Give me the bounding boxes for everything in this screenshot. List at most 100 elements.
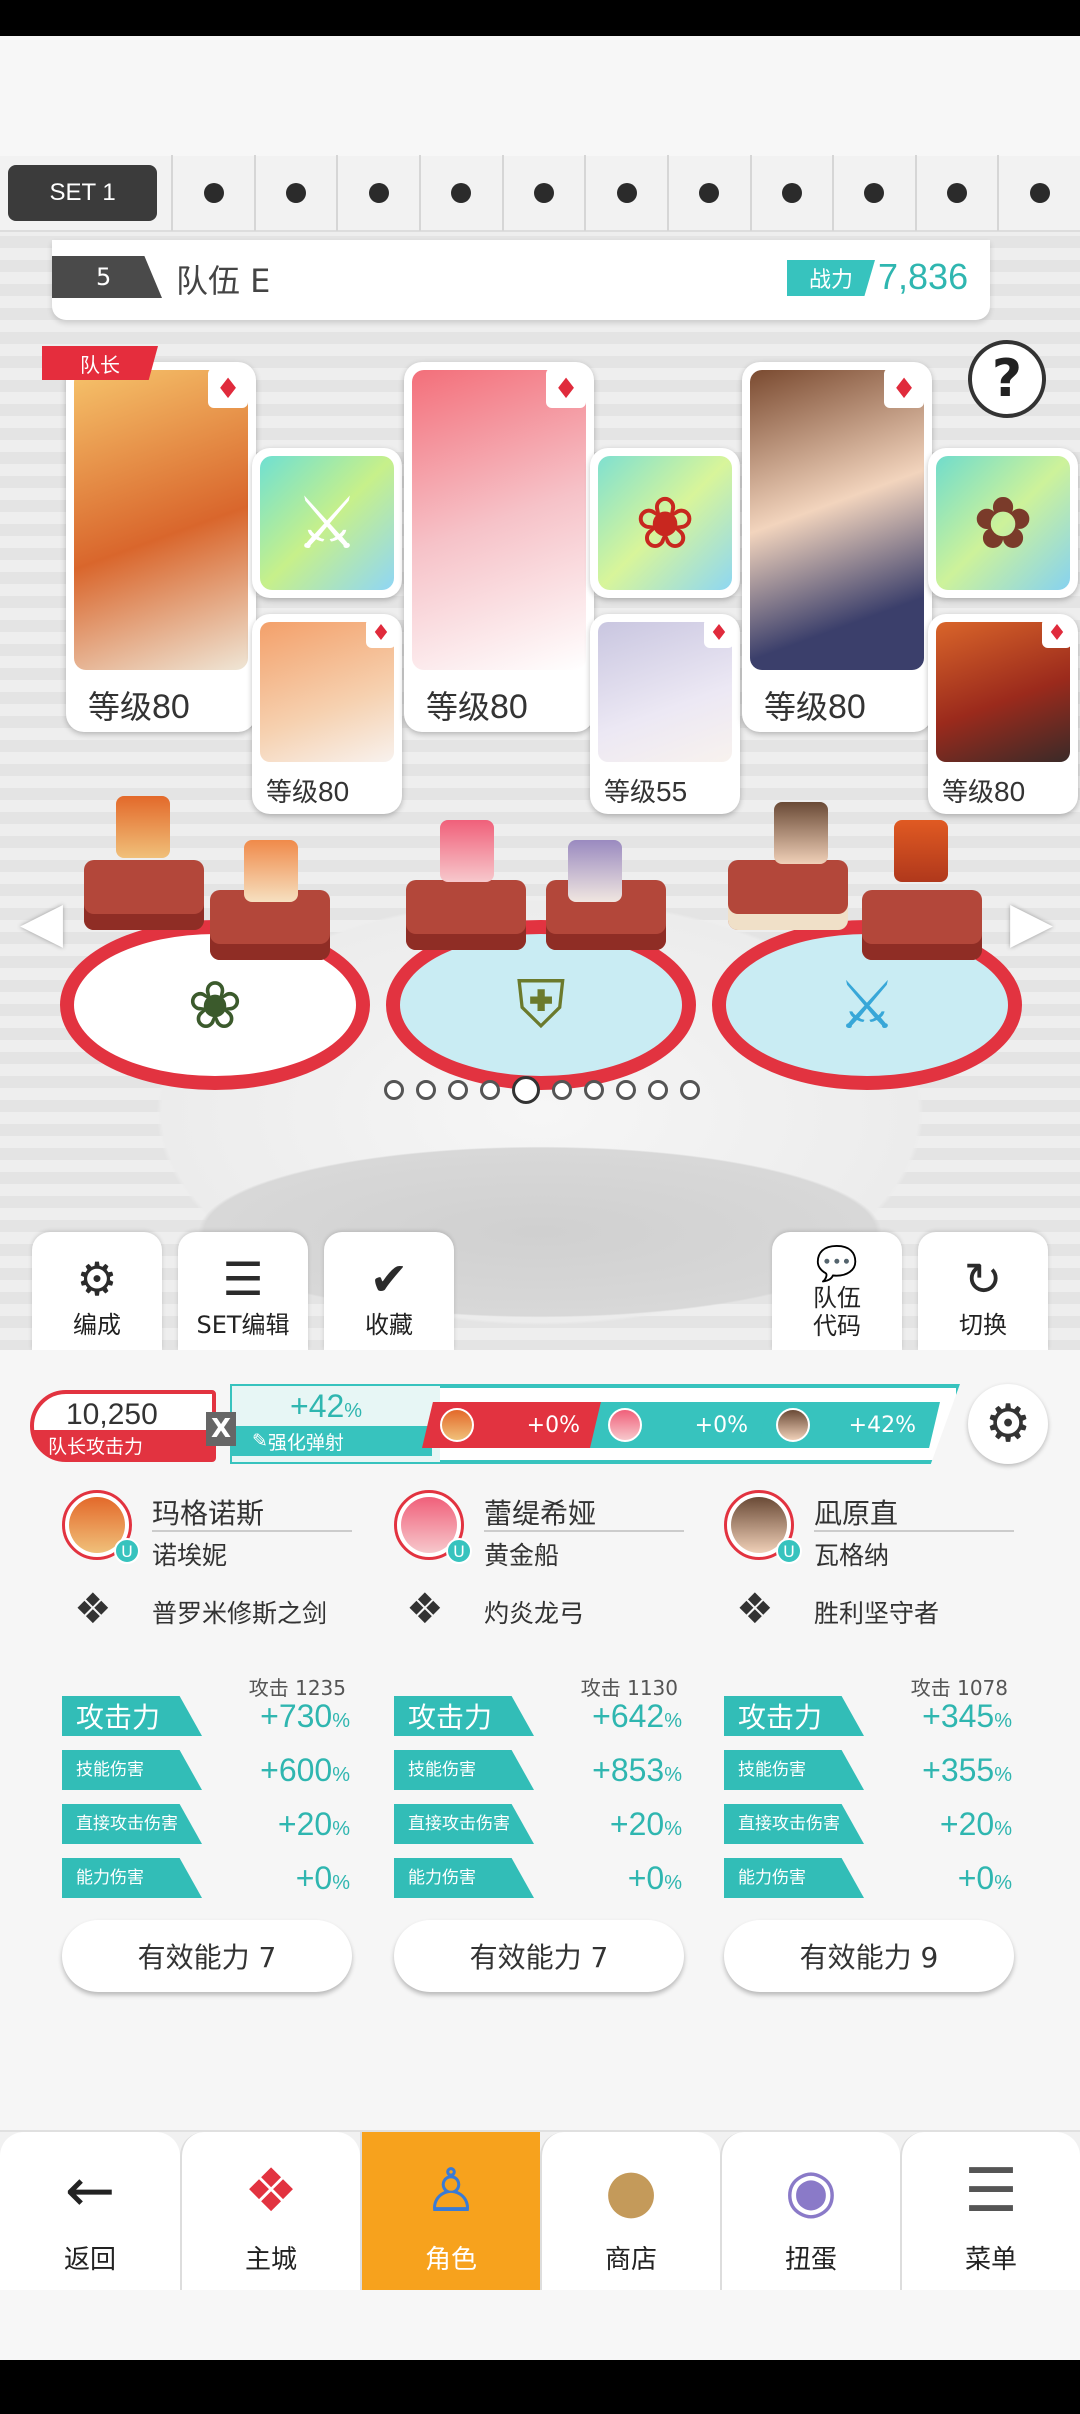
multiply-sign: X (206, 1412, 236, 1446)
team-name[interactable]: 队伍 E (176, 256, 270, 302)
member-boost-chip: +0% (590, 1402, 772, 1448)
nav-label: 角色 (424, 2245, 477, 2275)
stat-label: 直接攻击伤害 (724, 1804, 864, 1844)
pencil-icon: ✎ (252, 1430, 268, 1452)
portrait-art (412, 370, 586, 670)
stat-ability-damage: 能力伤害 +0% (724, 1858, 1014, 1900)
pager-dot[interactable] (584, 1080, 604, 1100)
character-sprite (244, 840, 298, 902)
character-sprite (774, 802, 828, 864)
character-slot-3[interactable]: ♦ 等级80 ✿ ♦ 等级80 (732, 352, 1078, 822)
level-text: 等级80 (88, 688, 190, 726)
nav-gacha[interactable]: ◉ 扭蛋 (720, 2132, 900, 2292)
nav-label: 商店 (604, 2245, 657, 2275)
nav-town[interactable]: ❖ 主城 (180, 2132, 360, 2292)
pager-dot-active[interactable] (512, 1076, 540, 1104)
diamond-suit-icon: ♦ (208, 368, 248, 408)
effective-ability-button[interactable]: 有效能力 7 (394, 1920, 684, 1992)
pager-dot[interactable] (448, 1080, 468, 1100)
pedestal-block (728, 860, 848, 930)
nav-menu[interactable]: ☰ 菜单 (900, 2132, 1080, 2292)
effective-ability-button[interactable]: 有效能力 9 (724, 1920, 1014, 1992)
nav-back[interactable]: ← 返回 (0, 2132, 180, 2292)
chevron-right-icon[interactable]: ▶ (1010, 890, 1053, 955)
stat-value: +642% (592, 1698, 682, 1734)
main-portrait[interactable]: ♦ 等级80 (66, 362, 256, 732)
diamond-suit-icon: ♦ (366, 618, 396, 648)
attack-base: 攻击 1130 (580, 1676, 678, 1700)
sword-item-icon: ⚔ (837, 966, 897, 1044)
power-label: 战力 (787, 260, 875, 296)
stat-label: 攻击力 (62, 1696, 202, 1736)
bottom-nav: ← 返回 ❖ 主城 ♙ 角色 ● 商店 ◉ 扭蛋 ☰ 菜单 (0, 2130, 1080, 2292)
nav-character[interactable]: ♙ 角色 (360, 2132, 540, 2292)
stat-value: +853% (592, 1752, 682, 1788)
switch-label: 切换 (959, 1311, 1007, 1339)
weapon-slot[interactable]: ❀ (590, 448, 740, 598)
level-text: 等级80 (764, 688, 866, 726)
person-gear-icon: ⚙ (76, 1252, 118, 1306)
bow-icon: ❀ (598, 456, 732, 590)
pager-dot[interactable] (384, 1080, 404, 1100)
favorite-button[interactable]: ✔ 收藏 (324, 1232, 454, 1350)
pager-dot[interactable] (680, 1080, 700, 1100)
character-slot-2[interactable]: ♦ 等级80 ❀ ♦ 等级55 (394, 352, 740, 822)
settings-gear-button[interactable]: ⚙ (968, 1384, 1048, 1464)
thumbs-up-icon: ✔ (369, 1252, 409, 1306)
member-boost-chip: +0% (422, 1402, 604, 1448)
stat-label: 攻击力 (724, 1696, 864, 1736)
leader-attack-label: 队长攻击力 (34, 1430, 214, 1460)
stat-label: 技能伤害 (724, 1750, 864, 1790)
main-portrait[interactable]: ♦ 等级80 (404, 362, 594, 732)
level-text: 等级80 (426, 688, 528, 726)
menu-list-icon: ☰ (964, 2156, 1018, 2226)
nav-shop[interactable]: ● 商店 (540, 2132, 720, 2292)
back-arrow-icon: ← (64, 2156, 116, 2226)
formation-button[interactable]: ⚙ 编成 (32, 1232, 162, 1350)
leader-attack-box: 10,250 队长攻击力 (30, 1390, 216, 1462)
pager-dot[interactable] (616, 1080, 636, 1100)
sub-portrait[interactable]: ♦ 等级80 (252, 614, 402, 814)
formation-label: 编成 (73, 1311, 121, 1339)
divider (814, 1530, 1014, 1532)
stat-value: +0% (957, 1860, 1012, 1896)
weapon-slot[interactable]: ✿ (928, 448, 1078, 598)
stat-value: +345% (922, 1698, 1012, 1734)
team-code-button[interactable]: 💬 队伍 代码 (772, 1232, 902, 1350)
stat-direct-damage: 直接攻击伤害 +20% (62, 1804, 352, 1846)
sub-portrait[interactable]: ♦ 等级55 (590, 614, 740, 814)
u-badge: U (114, 1538, 140, 1564)
member-boost-chip: +42% (758, 1402, 940, 1448)
switch-button[interactable]: ↻ 切换 (918, 1232, 1048, 1350)
effective-ability-button[interactable]: 有效能力 7 (62, 1920, 352, 1992)
u-badge: U (776, 1538, 802, 1564)
pager-dot[interactable] (552, 1080, 572, 1100)
stat-skill-damage: 技能伤害 +853% (394, 1750, 684, 1792)
weapon-slot[interactable]: ⚔ (252, 448, 402, 598)
sword-icon: ⚔ (260, 456, 394, 590)
weapon-name: 胜利坚守者 (814, 1599, 940, 1628)
nav-label: 主城 (244, 2245, 297, 2275)
favorite-label: 收藏 (365, 1311, 413, 1339)
stat-value: +20% (939, 1806, 1012, 1842)
pager-dot[interactable] (480, 1080, 500, 1100)
pager-dot[interactable] (648, 1080, 668, 1100)
boost-value: +42% (290, 1388, 363, 1424)
character-slot-1[interactable]: ♦ 等级80 ⚔ ♦ 等级80 (56, 352, 402, 822)
stat-skill-damage: 技能伤害 +600% (62, 1750, 352, 1792)
nav-label: 菜单 (964, 2245, 1017, 2275)
pager-dot[interactable] (416, 1080, 436, 1100)
chevron-left-icon[interactable]: ◀ (20, 890, 63, 955)
set-edit-button[interactable]: ☰ SET编辑 (178, 1232, 308, 1350)
hero-name: 蕾缇希娅 (484, 1497, 597, 1530)
pedestal-1: ❀ (60, 796, 370, 1090)
hero-name: 玛格诺斯 (152, 1497, 265, 1530)
sub-portrait[interactable]: ♦ 等级80 (928, 614, 1078, 814)
u-badge: U (446, 1538, 472, 1564)
character-icon: ♙ (424, 2156, 478, 2226)
diamond-suit-icon: ♦ (884, 368, 924, 408)
main-portrait[interactable]: ♦ 等级80 (742, 362, 932, 732)
boost-box: +42% ✎ 强化弹射 (232, 1386, 440, 1462)
nav-label: 返回 (63, 2245, 116, 2275)
pedestal-block (406, 880, 526, 950)
